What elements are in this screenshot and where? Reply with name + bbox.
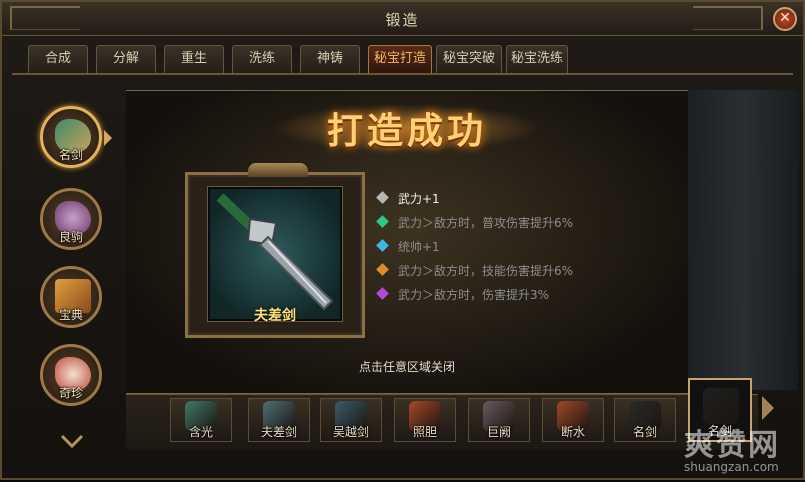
item-slot-wuyue-sword[interactable]: 吴越剑 [320, 398, 382, 442]
forge-window: 锻造 ✕ 合成 分解 重生 洗练 神铸 秘宝打造 秘宝突破 秘宝洗练 名剑 良驹… [0, 0, 805, 480]
watermark: 爽赞网 shuangzan.com [684, 420, 804, 480]
close-icon: ✕ [779, 10, 791, 26]
sidebar-item-label: 奇珍 [58, 386, 83, 400]
sword-icon [703, 388, 739, 424]
watermark-url: shuangzan.com [684, 460, 779, 474]
close-hint-text: 点击任意区域关闭 [358, 360, 455, 374]
sidebar-item-label: 宝典 [58, 308, 83, 322]
sidebar-item-label: 名剑 [58, 148, 83, 162]
sidebar-selected-arrow-icon [104, 130, 112, 146]
background-art [688, 90, 798, 390]
title-ornament-right [693, 6, 763, 30]
sidebar-item-rare-treasure[interactable]: 奇珍 [40, 344, 102, 406]
item-slot-duanshui[interactable]: 断水 [542, 398, 604, 442]
item-slot-label: 照胆 [412, 425, 437, 439]
item-slot-famous-sword[interactable]: 名剑 [614, 398, 676, 442]
item-slot-label: 夫差剑 [260, 425, 297, 439]
sidebar-item-treasure-book[interactable]: 宝典 [40, 266, 102, 328]
tab-synthesis[interactable]: 合成 [28, 45, 88, 73]
sidebar-item-label: 良驹 [58, 230, 83, 244]
close-button[interactable]: ✕ [773, 7, 797, 31]
sidebar-item-fine-horse[interactable]: 良驹 [40, 188, 102, 250]
item-slot-label: 含光 [188, 425, 213, 439]
item-slot-label: 断水 [560, 425, 585, 439]
watermark-logo-text: 爽赞网 [684, 428, 780, 463]
item-slot-label: 吴越剑 [332, 425, 369, 439]
item-slot-juque[interactable]: 巨阙 [468, 398, 530, 442]
item-slot-zhaodan[interactable]: 照胆 [394, 398, 456, 442]
scroll-down-chevron-icon[interactable] [60, 434, 84, 448]
item-slot-hanguang[interactable]: 含光 [170, 398, 232, 442]
sidebar-item-famous-sword[interactable]: 名剑 [40, 106, 102, 168]
item-slot-fuchai-sword[interactable]: 夫差剑 [248, 398, 310, 442]
next-page-arrow-icon[interactable] [762, 396, 774, 420]
item-slot-label: 名剑 [632, 425, 657, 439]
item-slot-label: 巨阙 [486, 425, 511, 439]
